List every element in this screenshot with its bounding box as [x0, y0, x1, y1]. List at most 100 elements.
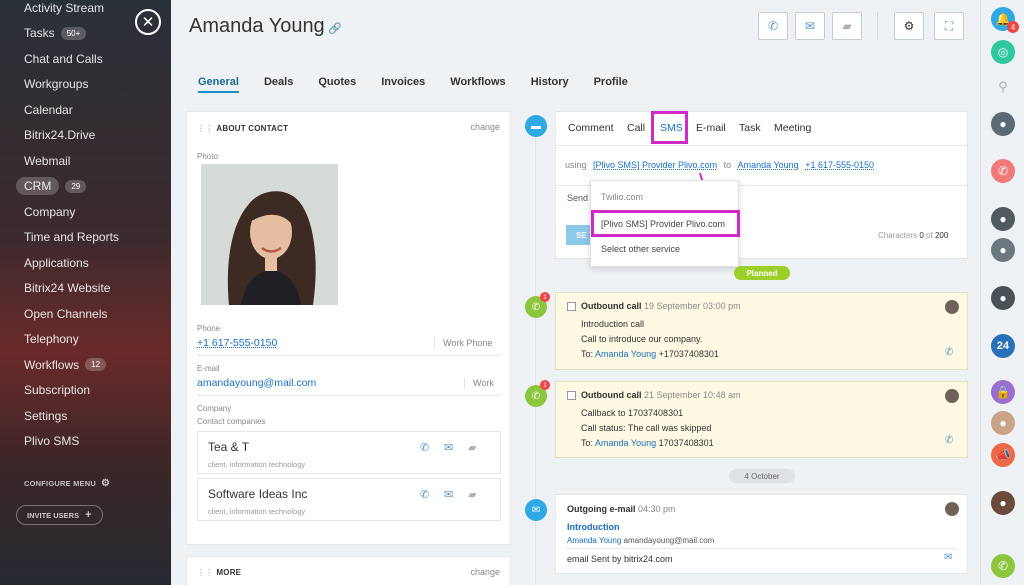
menu-item-webmail[interactable]: Webmail — [0, 148, 171, 174]
reply-email-icon[interactable]: ✉ — [944, 552, 952, 563]
menu-item-website[interactable]: Bitrix24 Website — [0, 276, 171, 302]
chat-button[interactable]: ▰ — [832, 12, 862, 40]
user-avatar[interactable]: ● — [991, 411, 1015, 435]
activity-item[interactable]: Outbound call 19 September 03:00 pm Intr… — [555, 292, 968, 370]
editor-tab-task[interactable]: Task — [739, 122, 761, 134]
crm-count-badge: 29 — [65, 179, 87, 193]
menu-item-subscription[interactable]: Subscription — [0, 378, 171, 404]
menu-item-crm[interactable]: CRM 29 — [0, 174, 171, 200]
tab-workflows[interactable]: Workflows — [450, 76, 505, 93]
lock-icon[interactable]: 🔒 — [991, 380, 1015, 404]
editor-tab-call[interactable]: Call — [627, 122, 645, 134]
email-button[interactable]: ✉ — [795, 12, 825, 40]
recipient-phone-selector[interactable]: +1 617-555-0150 — [805, 160, 874, 170]
tab-profile[interactable]: Profile — [594, 76, 628, 93]
settings-button[interactable]: ⚙ — [894, 12, 924, 40]
email-activity-item[interactable]: Outgoing e-mail 04:30 pm Introduction Am… — [555, 494, 968, 574]
bitrix24-icon[interactable]: 24 — [991, 334, 1015, 358]
dropdown-option-twilio[interactable]: Twilio.com — [601, 192, 643, 202]
editor-tab-email[interactable]: E-mail — [696, 122, 726, 134]
user-avatar[interactable]: ● — [991, 238, 1015, 262]
megaphone-icon[interactable]: 📣 — [991, 443, 1015, 467]
expand-button[interactable]: ⛶ — [934, 12, 964, 40]
recipient-selector[interactable]: Amanda Young — [738, 160, 799, 170]
phone-icon[interactable]: ✆ — [945, 435, 953, 446]
drag-handle-icon[interactable]: ⋮⋮ — [197, 124, 213, 133]
email-contact-link[interactable]: Amanda Young — [567, 536, 621, 545]
envelope-icon[interactable]: ✉ — [444, 488, 453, 501]
tab-quotes[interactable]: Quotes — [318, 76, 356, 93]
company-item[interactable]: Tea & T client, information technology ✆… — [197, 431, 501, 474]
link-icon[interactable]: 🔗 — [328, 22, 342, 35]
menu-item-applications[interactable]: Applications — [0, 250, 171, 276]
more-card: ⋮⋮ MORE change — [186, 556, 511, 585]
company-type: client, information technology — [208, 507, 306, 516]
user-avatar[interactable]: ● — [991, 491, 1015, 515]
editor-tab-comment[interactable]: Comment — [568, 122, 614, 134]
phone-icon: ✆ — [767, 19, 779, 33]
tab-invoices[interactable]: Invoices — [381, 76, 425, 93]
phone-type: Work Phone — [434, 338, 492, 348]
dropdown-option-plivo[interactable]: [Plivo SMS] Provider Plivo.com — [591, 210, 740, 237]
menu-item-open-channels[interactable]: Open Channels — [0, 301, 171, 327]
complete-checkbox[interactable] — [567, 391, 576, 400]
email-subject[interactable]: Introduction — [567, 522, 620, 532]
provider-selector[interactable]: [Plivo SMS] Provider Plivo.com — [593, 160, 717, 170]
menu-item-settings[interactable]: Settings — [0, 403, 171, 429]
activity-item[interactable]: Outbound call 21 September 10:48 am Call… — [555, 381, 968, 458]
invite-users-button[interactable]: INVITE USERS + — [16, 505, 103, 525]
tab-general[interactable]: General — [198, 76, 239, 93]
activity-subject[interactable]: Introduction call — [581, 319, 644, 329]
menu-item-telephony[interactable]: Telephony — [0, 327, 171, 353]
phone-icon[interactable]: ✆ — [420, 441, 429, 454]
close-slider-button[interactable]: ✕ — [135, 9, 161, 35]
call-button[interactable]: ✆ — [758, 12, 788, 40]
drag-handle-icon[interactable]: ⋮⋮ — [197, 568, 213, 577]
configure-menu-link[interactable]: CONFIGURE MENU ⚙ — [24, 478, 110, 489]
activity-subject[interactable]: Callback to 17037408301 — [581, 408, 683, 418]
envelope-icon[interactable]: ✉ — [444, 441, 453, 454]
photo-label: Photo — [197, 152, 218, 161]
search-icon[interactable]: ⚲ — [991, 75, 1015, 99]
message-input[interactable]: Send — [567, 193, 588, 203]
chat-icon[interactable]: ▰ — [468, 441, 476, 454]
phone-link[interactable]: +1 617-555-0150 — [197, 337, 277, 349]
user-avatar[interactable]: ● — [991, 207, 1015, 231]
menu-item-time-and-reports[interactable]: Time and Reports — [0, 225, 171, 251]
send-button[interactable]: SE — [566, 225, 590, 245]
menu-item-chat-and-calls[interactable]: Chat and Calls — [0, 46, 171, 72]
editor-tab-meeting[interactable]: Meeting — [774, 122, 811, 134]
call-icon[interactable]: ✆ — [991, 554, 1015, 578]
company-name: Tea & T — [208, 440, 250, 454]
menu-item-drive[interactable]: Bitrix24.Drive — [0, 123, 171, 149]
change-link[interactable]: change — [470, 567, 500, 577]
dropdown-option-other[interactable]: Select other service — [601, 244, 680, 254]
notification-count: 4 — [1007, 21, 1019, 33]
activity-contact-link[interactable]: Amanda Young — [595, 438, 656, 448]
tab-history[interactable]: History — [531, 76, 569, 93]
chat-icon[interactable]: ▰ — [468, 488, 476, 501]
header-divider — [877, 12, 878, 40]
open-channels-icon[interactable]: ◎ — [991, 40, 1015, 64]
menu-item-company[interactable]: Company — [0, 199, 171, 225]
complete-checkbox[interactable] — [567, 302, 576, 311]
planned-badge: Planned — [734, 266, 790, 280]
user-avatar[interactable]: ● — [991, 112, 1015, 136]
email-link[interactable]: amandayoung@mail.com — [197, 377, 316, 389]
change-link[interactable]: change — [470, 122, 500, 132]
menu-item-calendar[interactable]: Calendar — [0, 97, 171, 123]
company-item[interactable]: Software Ideas Inc client, information t… — [197, 478, 501, 521]
email-type: Work — [464, 378, 494, 388]
sms-from-row: using [Plivo SMS] Provider Plivo.com to … — [565, 160, 875, 170]
tab-deals[interactable]: Deals — [264, 76, 293, 93]
phone-icon[interactable]: ✆ — [991, 159, 1015, 183]
phone-label: Phone — [197, 324, 221, 333]
menu-item-workgroups[interactable]: Workgroups — [0, 72, 171, 98]
activity-contact-link[interactable]: Amanda Young — [595, 349, 656, 359]
phone-icon[interactable]: ✆ — [420, 488, 429, 501]
phone-icon[interactable]: ✆ — [945, 347, 953, 358]
activity-count-badge: 1 — [540, 380, 550, 390]
menu-item-plivo-sms[interactable]: Plivo SMS — [0, 429, 171, 455]
user-avatar[interactable]: ● — [991, 286, 1015, 310]
menu-item-workflows[interactable]: Workflows 12 — [0, 352, 171, 378]
